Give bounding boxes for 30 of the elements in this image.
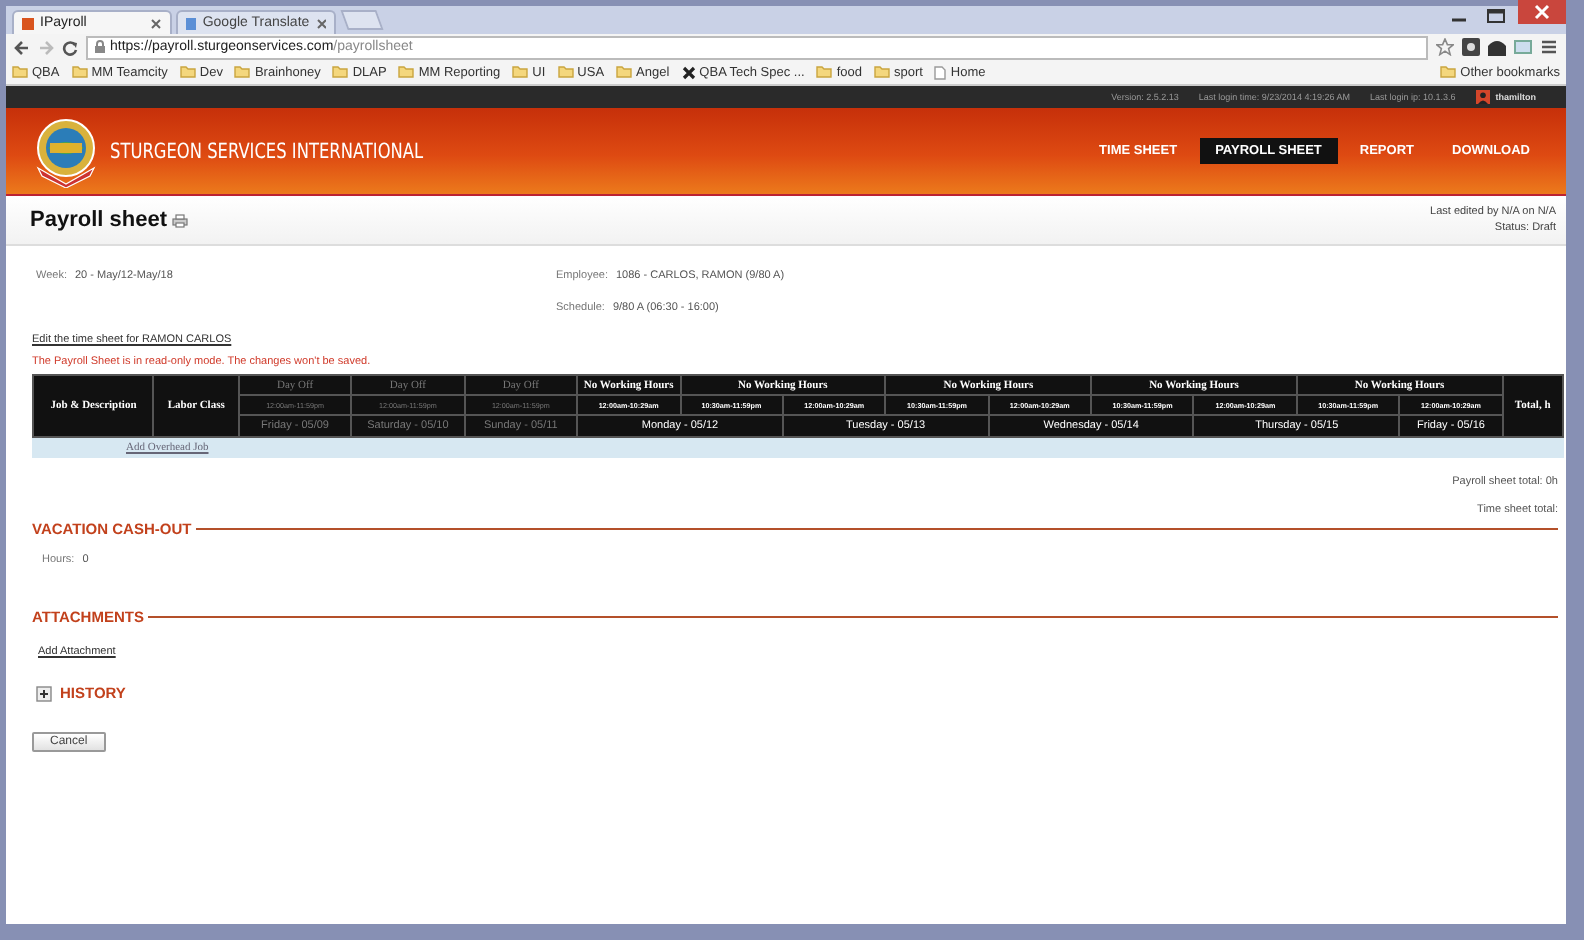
favicon-icon — [22, 17, 34, 29]
folder-icon — [71, 66, 88, 78]
folder-icon — [332, 66, 349, 78]
brand-name: STURGEON SERVICES INTERNATIONAL — [110, 139, 424, 163]
star-icon[interactable] — [1436, 38, 1454, 56]
x-icon — [681, 65, 696, 79]
folder-icon — [557, 66, 574, 78]
favicon-icon — [186, 17, 197, 29]
folder-icon — [234, 66, 251, 78]
folder-icon — [179, 66, 196, 78]
folder-icon — [816, 66, 833, 78]
folder-icon — [873, 66, 890, 78]
restore-icon[interactable] — [1482, 6, 1510, 26]
page-title: Payroll sheet — [30, 208, 167, 232]
page-icon — [934, 65, 947, 79]
expand-icon[interactable] — [36, 685, 52, 701]
lock-icon — [94, 40, 106, 54]
reload-icon[interactable] — [62, 39, 78, 55]
extension-icon[interactable] — [1462, 38, 1480, 56]
folder-icon — [512, 66, 529, 78]
close-icon[interactable] — [150, 17, 162, 29]
close-icon[interactable] — [315, 17, 326, 29]
menu-icon[interactable] — [1540, 38, 1558, 56]
back-icon[interactable] — [14, 39, 30, 55]
print-icon[interactable] — [172, 213, 189, 227]
folder-icon — [12, 66, 28, 78]
folder-icon — [398, 66, 415, 78]
folder-icon — [616, 66, 633, 78]
close-icon[interactable] — [1518, 0, 1566, 24]
folder-icon — [1440, 66, 1457, 78]
